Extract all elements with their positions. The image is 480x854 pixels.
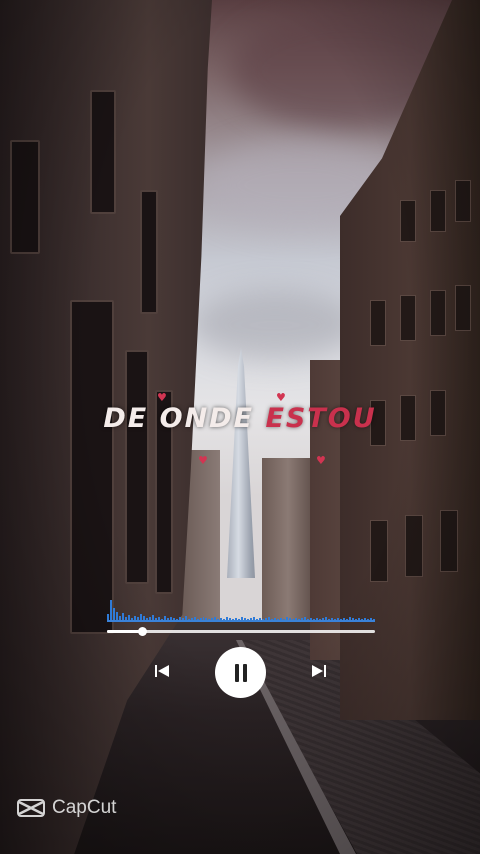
progress-track[interactable] [107,630,375,633]
heart-icon: ♥ [198,454,208,467]
skip-previous-icon [155,665,169,677]
progress-fill [107,630,142,633]
lyric-words: DE ONDE [103,403,255,434]
waveform-baseline [107,620,375,622]
pause-button[interactable] [215,647,266,698]
pause-icon [233,663,249,682]
audio-waveform [107,594,375,622]
previous-button[interactable] [151,660,173,682]
next-button[interactable] [308,660,330,682]
watermark-text: CapCut [52,797,117,818]
lyric-highlight: ESTOU [265,403,377,434]
capcut-watermark: CapCut [16,797,116,819]
heart-icon: ♥ [316,454,326,467]
waveform-bar [109,600,112,622]
skip-next-icon [312,665,326,677]
lyric-text: DE ONDE ESTOU [0,403,480,434]
progress-handle[interactable] [137,627,147,636]
capcut-logo-icon [17,799,45,817]
